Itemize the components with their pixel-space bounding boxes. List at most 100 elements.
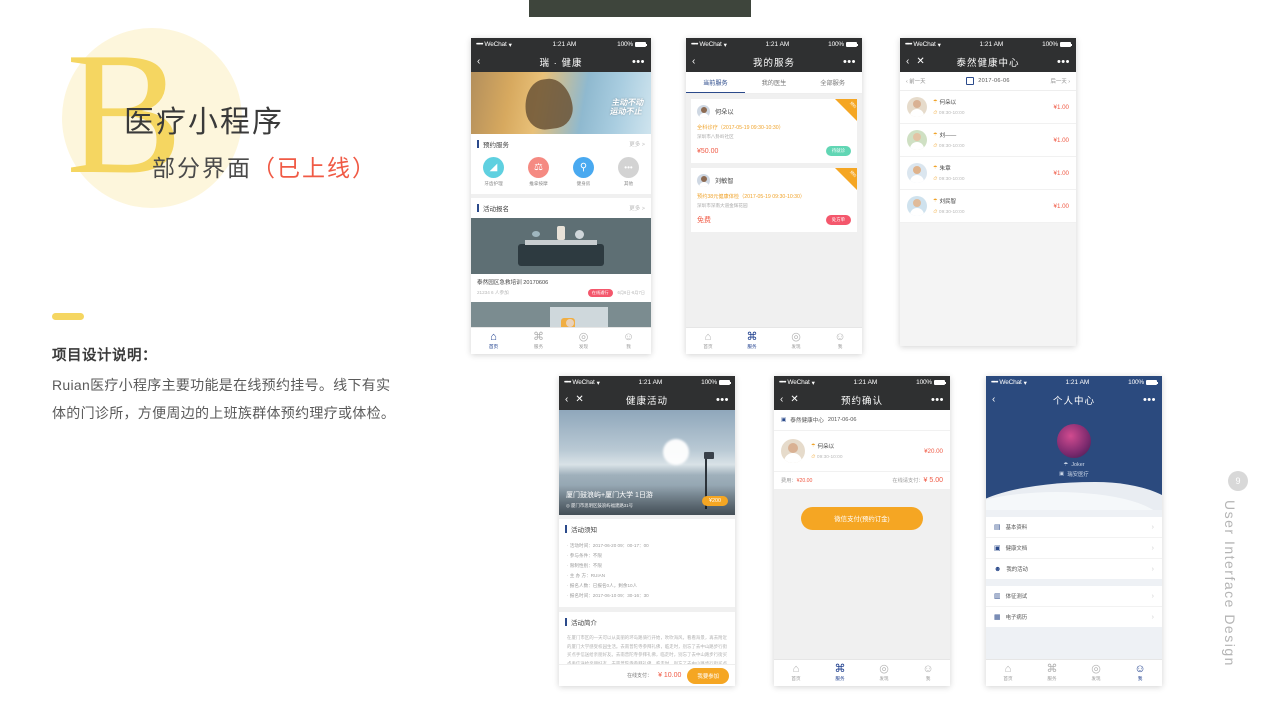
payment-bar: 在线支付： ¥ 10.00 我要参加	[559, 664, 735, 686]
doctor-row[interactable]: ☂ 朱章 ⏱ 09:30-10:00 ¥1.00	[900, 157, 1076, 190]
service-detail: 预约38元健康体检（2017-05-19 09:30-10:30）	[697, 194, 806, 200]
fee-label: 费用：	[781, 478, 797, 484]
tab-home[interactable]: ⌂ 首页	[471, 331, 516, 351]
battery-icon	[845, 42, 858, 47]
nav-title: 预约确认	[840, 395, 883, 407]
join-activity-button[interactable]: 我要参加	[687, 667, 729, 684]
more-menu-icon[interactable]: •••	[716, 394, 729, 406]
side-label: User Interface Design	[1222, 500, 1238, 667]
clock-icon: ⏱	[933, 209, 937, 215]
menu-item-vitals-test[interactable]: ▥ 体征测试 ›	[986, 586, 1162, 607]
service-item-0[interactable]: ◢ 牙齿护理	[471, 157, 516, 187]
status-bar: ••••• WeChat ▾ 1:21 AM 100%	[559, 376, 735, 389]
avatar[interactable]	[1057, 424, 1091, 458]
bottom-tab-bar: ⌂ 首页 ⌘ 服务 ◎ 发现 ☺ 我	[986, 659, 1162, 686]
close-icon[interactable]: ✕	[916, 56, 924, 67]
menu-item-medical-record[interactable]: ▦ 电子病历 ›	[986, 607, 1162, 627]
more-menu-icon[interactable]: •••	[1057, 56, 1070, 68]
tab-home[interactable]: ⌂ 首页	[986, 663, 1030, 683]
more-menu-icon[interactable]: •••	[931, 394, 944, 406]
tab-label: 首页	[791, 676, 801, 682]
more-menu-icon[interactable]: •••	[632, 56, 645, 68]
service-card[interactable]: 预约 何朵以 全科诊疗（2017-05-19 09:30-10:30） 深圳市八…	[691, 99, 857, 163]
activity-more-link[interactable]: 更多 >	[629, 204, 645, 212]
home-icon: ⌂	[792, 663, 800, 676]
service-card[interactable]: 预约 刘敏智 预约38元健康体检（2017-05-19 09:30-10:30）…	[691, 168, 857, 232]
battery-icon	[1059, 42, 1072, 47]
doctor-avatar	[907, 196, 927, 216]
tab-label: 发现	[578, 344, 589, 350]
tab-service[interactable]: ⌘ 服务	[1030, 663, 1074, 683]
activity-hero-image[interactable]: 厦门鼓浪屿+厦门大学 1日游 ◎ 厦门市思明区鼓浪屿福建路31号 ¥200	[559, 410, 735, 515]
close-icon[interactable]: ✕	[790, 394, 798, 405]
tab-service[interactable]: ⌘ 服务	[730, 331, 774, 351]
doctor-row[interactable]: ☂ 刘民智 ⏱ 09:30-10:00 ¥1.00	[900, 190, 1076, 223]
phone-screen-clinic-schedule: ••••• WeChat ▾ 1:21 AM 100% ‹ ✕ 泰然健康中心 ••• …	[900, 38, 1076, 346]
date-display[interactable]: 2017-06-06	[966, 77, 1010, 85]
doctor-avatar	[907, 130, 927, 150]
phone-screen-activity-detail: ••••• WeChat ▾ 1:21 AM 100% ‹ ✕ 健康活动 ••• 厦门…	[559, 376, 735, 686]
tab-discover[interactable]: ◎ 发现	[774, 331, 818, 351]
tab-all-service[interactable]: 全部服务	[803, 72, 862, 93]
hero-banner[interactable]: 主动不动 运动不止	[471, 72, 651, 134]
nav-title: 个人中心	[1052, 395, 1095, 407]
service-item-3[interactable]: ••• 其他	[606, 157, 651, 187]
tab-profile[interactable]: ☺ 我	[606, 331, 651, 351]
section-accent-bar	[477, 204, 479, 212]
tab-discover[interactable]: ◎ 发现	[862, 663, 906, 683]
tab-service[interactable]: ⌘ 服务	[516, 331, 561, 351]
activity-joined: 21234 6 人参加	[477, 290, 509, 295]
tab-label: 发现	[1091, 676, 1101, 682]
back-icon[interactable]: ‹	[692, 56, 695, 67]
clinic-icon: ▣	[781, 417, 787, 423]
nav-title: 健康活动	[625, 395, 668, 407]
back-icon[interactable]: ‹	[565, 394, 568, 405]
battery-icon	[1145, 380, 1158, 385]
booking-doctor-row[interactable]: ☂ 何朵以 ⏱ 09:30-10:00 ¥20.00	[774, 431, 950, 472]
back-icon[interactable]: ‹	[780, 394, 783, 405]
service-more-link[interactable]: 更多 >	[629, 140, 645, 148]
notice-title: 活动须知	[571, 527, 597, 534]
compass-icon: ◎	[879, 663, 889, 676]
status-badge: 待就诊	[825, 146, 851, 156]
more-menu-icon[interactable]: •••	[843, 56, 856, 68]
service-item-1[interactable]: ⚖ 推拿按摩	[516, 157, 561, 187]
back-icon[interactable]: ‹	[992, 394, 995, 405]
service-item-label: 牙齿护理	[484, 181, 503, 186]
phone-screen-booking-confirm: ••••• WeChat ▾ 1:21 AM 100% ‹ ✕ 预约确认 ••• ▣ …	[774, 376, 950, 686]
menu-item-basic-info[interactable]: ▤ 基本资料 ›	[986, 517, 1162, 538]
more-menu-icon[interactable]: •••	[1143, 394, 1156, 406]
tab-current-service[interactable]: 当前服务	[686, 72, 745, 93]
doctor-row[interactable]: ☂ 刘—— ⏱ 09:30-10:00 ¥1.00	[900, 124, 1076, 157]
signal-dots-icon: •••••	[779, 379, 786, 386]
tab-service[interactable]: ⌘ 服务	[818, 663, 862, 683]
profile-username-row: ☂ Joker	[986, 462, 1162, 468]
tab-discover[interactable]: ◎ 发现	[561, 331, 606, 351]
subtitle-note: （已上线）	[252, 156, 377, 181]
back-icon[interactable]: ‹	[906, 56, 909, 67]
wechat-pay-button[interactable]: 微信支付(预约订金)	[801, 507, 923, 530]
activity-image[interactable]	[471, 218, 651, 274]
doctor-row[interactable]: ☂ 何朵以 ⏱ 09:30-10:00 ¥1.00	[900, 91, 1076, 124]
tab-profile[interactable]: ☺ 我	[1118, 663, 1162, 683]
carrier-label: WeChat	[787, 379, 810, 386]
tab-home[interactable]: ⌂ 首页	[686, 331, 730, 351]
menu-item-health-doc[interactable]: ▣ 健康文档 ›	[986, 538, 1162, 559]
tab-profile[interactable]: ☺ 我	[906, 663, 950, 683]
back-icon[interactable]: ‹	[477, 56, 480, 67]
person-icon: ☺	[922, 663, 934, 676]
menu-item-my-activity[interactable]: ☻ 我的活动 ›	[986, 559, 1162, 579]
tab-label: 首页	[1003, 676, 1013, 682]
next-day-button[interactable]: 后一天 ›	[1051, 77, 1070, 85]
tab-discover[interactable]: ◎ 发现	[1074, 663, 1118, 683]
prev-day-button[interactable]: ‹ 前一天	[906, 77, 925, 85]
tab-my-doctor[interactable]: 我的医生	[745, 72, 804, 93]
fee-summary: 费用：¥20.00 在线请支付：¥ 5.00	[774, 472, 950, 489]
tab-profile[interactable]: ☺ 我	[818, 331, 862, 351]
tab-label: 我	[1137, 676, 1143, 682]
doctor-avatar	[907, 97, 927, 117]
service-item-2[interactable]: ⚲ 健身房	[561, 157, 606, 187]
close-icon[interactable]: ✕	[575, 394, 583, 405]
tab-home[interactable]: ⌂ 首页	[774, 663, 818, 683]
status-bar: ••••• WeChat ▾ 1:21 AM 100%	[986, 376, 1162, 389]
